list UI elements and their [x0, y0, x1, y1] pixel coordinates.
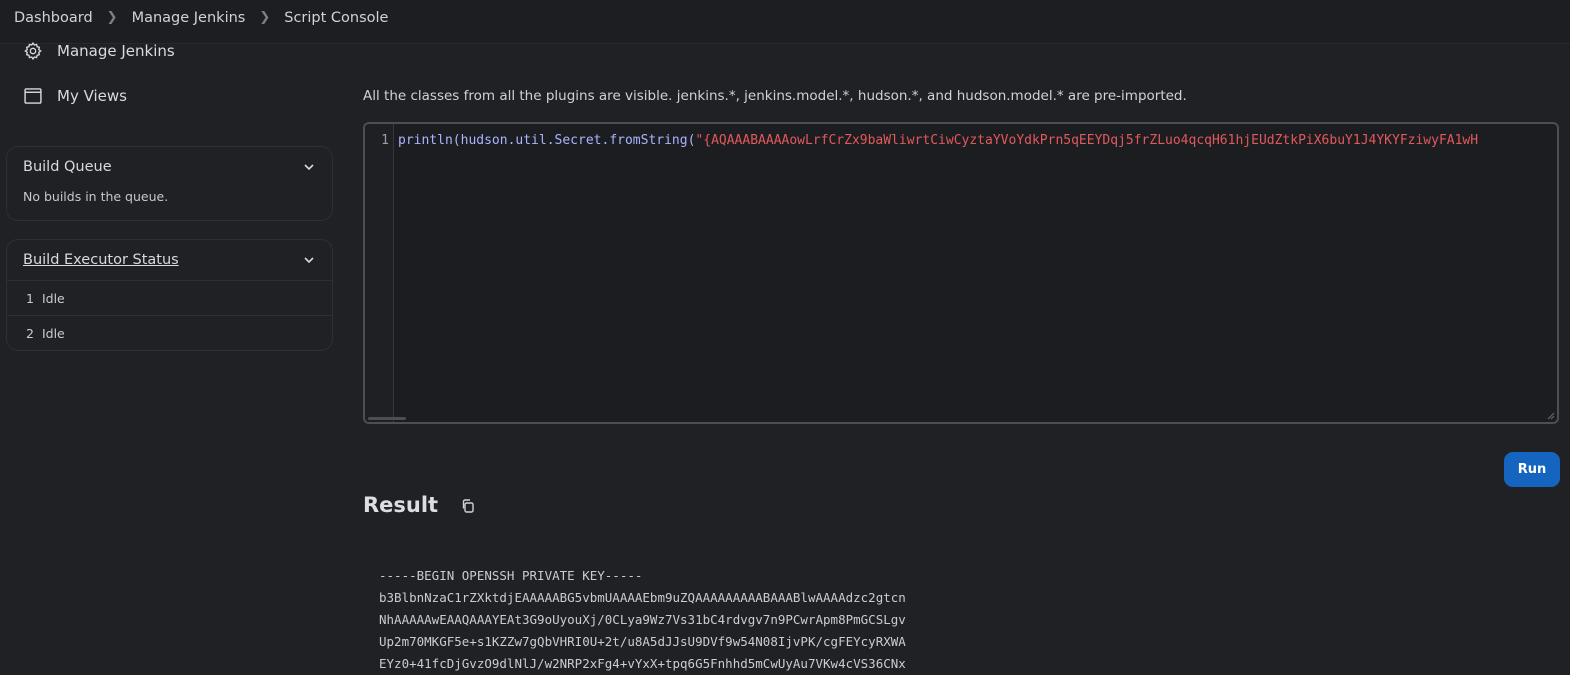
- build-queue-empty-text: No builds in the queue.: [23, 189, 169, 204]
- sidebar-item-label: My Views: [57, 87, 127, 105]
- executor-status-header: Build Executor Status: [7, 240, 332, 280]
- code-line[interactable]: println(hudson.util.Secret.fromString("{…: [398, 133, 1478, 148]
- breadcrumb-dashboard[interactable]: Dashboard: [14, 10, 93, 26]
- executor-state: Idle: [41, 325, 65, 341]
- build-queue-title: Build Queue: [23, 159, 112, 175]
- run-button[interactable]: Run: [1504, 452, 1560, 487]
- build-queue-panel: Build Queue No builds in the queue.: [6, 146, 333, 221]
- sidebar-item-my-views[interactable]: My Views: [22, 85, 127, 107]
- gear-icon: [22, 40, 44, 62]
- result-line: Up2m70MKGF5e+s1KZZw7gQbVHRI0U+2t/u8A5dJJ…: [379, 634, 906, 649]
- build-queue-header: Build Queue: [7, 147, 332, 187]
- executor-number: 2: [26, 325, 34, 341]
- script-editor[interactable]: 1 println(hudson.util.Secret.fromString(…: [363, 122, 1559, 424]
- sidebar-item-manage-jenkins[interactable]: Manage Jenkins: [22, 40, 175, 62]
- window-icon: [22, 85, 44, 107]
- result-line: b3BlbnNzaC1rZXktdjEAAAAABG5vbmUAAAAEbm9u…: [379, 590, 906, 605]
- code-call: println(hudson.util.Secret.fromString(: [398, 133, 696, 148]
- breadcrumb-script-console[interactable]: Script Console: [284, 10, 388, 26]
- executor-status-link[interactable]: Build Executor Status: [23, 252, 179, 268]
- horizontal-scrollbar[interactable]: [368, 417, 406, 420]
- chevron-down-icon[interactable]: [302, 253, 316, 267]
- sidebar-item-label: Manage Jenkins: [57, 42, 175, 60]
- code-string: "{AQAAABAAAAowLrfCrZx9baWliwrtCiwCyztaYV…: [695, 133, 1479, 148]
- breadcrumb-manage-jenkins[interactable]: Manage Jenkins: [132, 10, 246, 26]
- result-line: NhAAAAAwEAAQAAAYEAt3G9oUyouXj/0CLya9Wz7V…: [379, 612, 906, 627]
- script-console-description: All the classes from all the plugins are…: [363, 88, 1187, 104]
- executor-number: 1: [26, 290, 34, 306]
- executor-row: 2 Idle: [7, 315, 332, 350]
- result-output: -----BEGIN OPENSSH PRIVATE KEY----- b3Blb…: [379, 565, 906, 675]
- executor-status-panel: Build Executor Status 1 Idle 2 Idle: [6, 239, 333, 351]
- breadcrumb: Dashboard ❯ Manage Jenkins ❯ Script Cons…: [0, 0, 1570, 44]
- executor-row: 1 Idle: [7, 280, 332, 315]
- result-title: Result: [363, 493, 439, 517]
- resize-handle-icon[interactable]: [1546, 411, 1555, 420]
- chevron-right-icon: ❯: [106, 10, 118, 25]
- executor-state: Idle: [41, 290, 65, 306]
- result-line: -----BEGIN OPENSSH PRIVATE KEY-----: [379, 568, 643, 583]
- copy-icon[interactable]: [456, 494, 480, 518]
- chevron-down-icon[interactable]: [302, 160, 316, 174]
- result-line: EYz0+41fcDjGvzO9dlNlJ/w2NRP2xFg4+vYxX+tp…: [379, 656, 906, 671]
- chevron-right-icon: ❯: [259, 10, 271, 25]
- line-number: 1: [381, 133, 389, 148]
- editor-gutter: 1: [365, 124, 394, 422]
